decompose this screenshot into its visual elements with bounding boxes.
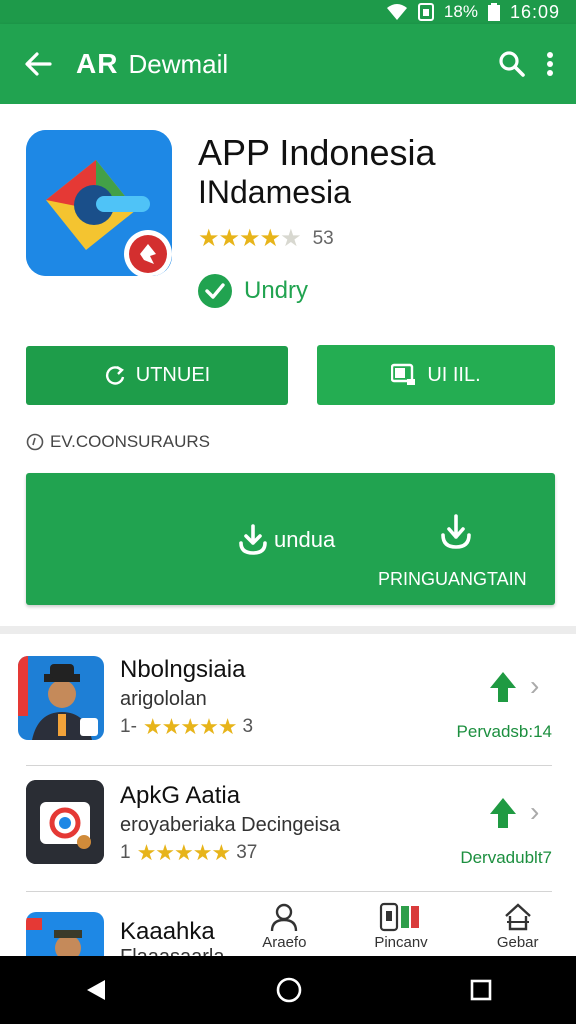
download-icon <box>239 524 267 555</box>
list-item[interactable]: ApkG Aatia eroyaberiaka Decingeisa 1 ★★★… <box>0 760 576 892</box>
search-icon[interactable] <box>498 50 526 78</box>
uninstall-button[interactable]: UTNUEI <box>26 346 288 405</box>
info-icon <box>26 433 44 451</box>
back-button[interactable] <box>0 24 76 104</box>
app-bar: AR Dewmail <box>0 24 576 104</box>
app-detail-section: APP Indonesia INdamesia ★★★★★ 53 Undry U… <box>0 104 576 626</box>
app-icon <box>26 130 172 276</box>
list-item-developer: Flaaasaarla <box>120 946 225 956</box>
app-icon <box>18 656 104 740</box>
download-button[interactable]: undua PRINGUANGTAIN <box>26 473 555 605</box>
download-label: undua <box>274 527 336 552</box>
app-bar-title-text: Dewmail <box>128 49 229 79</box>
app-icon <box>26 780 104 864</box>
app-icon <box>26 912 104 956</box>
device-icon <box>391 363 416 385</box>
rating-prefix: 1 <box>120 842 131 863</box>
tab-label: Pincanv <box>374 934 428 951</box>
app-rating: ★★★★★ 53 <box>198 224 334 253</box>
list-item-name: ApkG Aatia <box>120 782 241 809</box>
bottom-tabs: Araefo Pincanv Gebar <box>226 896 576 956</box>
app-bar-logo: AR <box>76 48 119 79</box>
verified-label: Undry <box>244 277 309 304</box>
app-subtitle: INdamesia <box>198 174 351 210</box>
app-name: APP Indonesia <box>198 132 436 173</box>
device-icon <box>379 902 419 932</box>
rating-count: 3 <box>242 716 254 737</box>
tab-profile[interactable]: Araefo <box>226 896 343 956</box>
tab-device[interactable]: Pincanv <box>343 896 460 956</box>
tab-label: Gebar <box>496 934 539 951</box>
list-item-developer: arigololan <box>120 688 207 710</box>
battery-icon <box>487 3 500 21</box>
status-bar: 18% 16:09 <box>0 0 576 24</box>
person-icon <box>271 903 298 932</box>
chevron-right-icon: › <box>530 670 540 701</box>
nav-recents-icon[interactable] <box>469 978 493 1002</box>
rating-stars: ★★★★★ <box>142 714 238 739</box>
nav-back-icon[interactable] <box>83 977 109 1003</box>
rating-stars: ★★★★★ <box>198 225 302 252</box>
back-arrow-icon <box>25 52 52 76</box>
list-item-name: Nbolngsiaia <box>120 656 246 683</box>
rating-count: 53 <box>312 227 334 249</box>
home-icon <box>504 903 531 931</box>
app-bar-title: AR Dewmail <box>76 48 228 80</box>
list-item-download-text: Pervadsb:14 <box>456 722 552 741</box>
more-options-icon[interactable] <box>546 51 554 77</box>
section-label-text: EV.COONSURAURS <box>50 432 210 451</box>
download-sub-label: PRINGUANGTAIN <box>378 569 527 589</box>
list-item-rating: 1 ★★★★★ 37 <box>120 840 257 866</box>
clock: 16:09 <box>509 1 560 22</box>
list-item-name: Kaaahka <box>120 918 215 945</box>
list-item-download-text: Dervadublt7 <box>460 848 552 867</box>
wifi-icon <box>386 4 407 20</box>
section-divider <box>0 626 576 634</box>
download-arrow-icon[interactable] <box>486 670 520 704</box>
system-nav-bar <box>0 956 576 1024</box>
rating-stars: ★★★★★ <box>136 840 232 865</box>
download-icon <box>441 514 471 549</box>
open-button[interactable]: UI IIL. <box>317 345 555 405</box>
download-arrow-icon[interactable] <box>486 796 520 830</box>
nav-home-icon[interactable] <box>275 976 303 1004</box>
check-circle-icon <box>198 274 232 308</box>
open-button-label: UI IIL. <box>427 363 481 386</box>
section-label: EV.COONSURAURS <box>26 432 210 452</box>
list-item-rating: 1- ★★★★★ 3 <box>120 714 253 740</box>
tab-label: Araefo <box>262 934 307 951</box>
tab-home[interactable]: Gebar <box>459 896 576 956</box>
list-item-developer: eroyaberiaka Decingeisa <box>120 814 341 836</box>
battery-percent: 18% <box>443 2 478 21</box>
rating-count: 37 <box>236 842 258 863</box>
uninstall-button-label: UTNUEI <box>135 364 211 386</box>
chevron-right-icon: › <box>530 796 540 827</box>
list-item[interactable]: Nbolngsiaia arigololan 1- ★★★★★ 3 › Perv… <box>0 634 576 766</box>
refresh-icon <box>105 365 124 385</box>
sim-icon <box>417 3 434 21</box>
rating-prefix: 1- <box>120 716 137 737</box>
verified-badge: Undry <box>198 274 308 308</box>
